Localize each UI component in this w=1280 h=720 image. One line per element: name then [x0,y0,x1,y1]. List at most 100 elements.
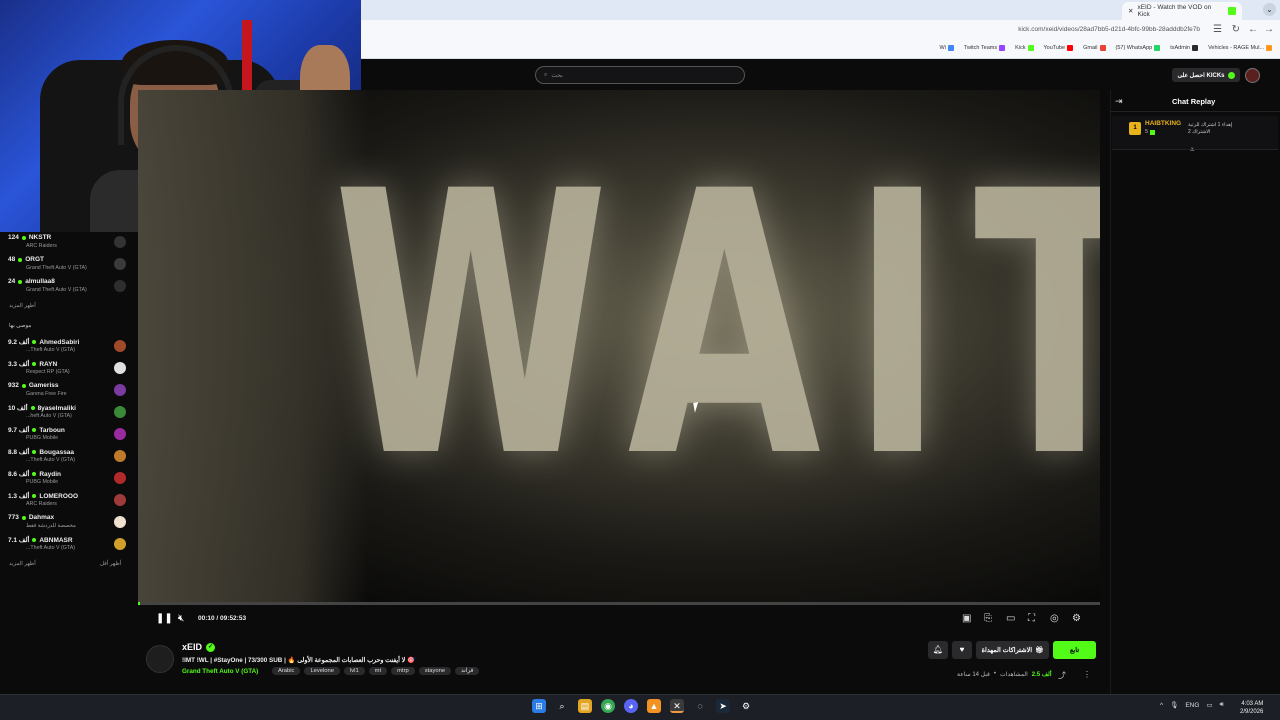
sidebar-channel-item[interactable]: 48 ORGT Grand Theft Auto V (GTA) [8,256,126,278]
gift-icon: 🎁︎ [1035,647,1044,654]
start-icon[interactable]: ⊞ [532,699,546,713]
chat-title: Chat Replay [1172,97,1216,106]
stream-tag[interactable]: قراند [455,667,480,675]
sidebar-channel-item[interactable]: 1.3 ألف LOMEROOO ARC Raiders [8,492,126,514]
tab-search-icon[interactable]: ⌄ [1263,3,1276,16]
show-more-link[interactable]: أظهر المزيد [9,303,36,309]
stream-tag[interactable]: Levelone [304,667,340,675]
bookmark-item[interactable]: Vehicles - RAGE Mul... [1208,45,1272,51]
bookmark-item[interactable]: Wi [939,45,954,51]
streamer-avatar[interactable] [146,645,174,673]
pinned-username[interactable]: HAIBTKING [1145,120,1181,127]
live-dot-icon [21,383,26,388]
bookmark-item[interactable]: Kick [1015,45,1034,51]
back-icon[interactable]: → [1264,24,1274,35]
search-input[interactable]: ⌕ بحث [535,66,745,84]
channel-name: Dahmax [28,514,55,521]
viewer-count: 9.2 ألف [8,339,30,346]
steam-icon[interactable]: ➤ [716,699,730,713]
channel-name: Raydin [39,470,62,478]
live-dot-icon [32,450,37,454]
fullscreen-icon[interactable]: ⛶ [1028,613,1035,624]
sidebar-channel-item[interactable]: 8.6 ألف Raydin PUBG Mobile [8,470,126,492]
bookmark-item[interactable]: Gmail [1083,45,1106,51]
browser-tab-active[interactable]: ✕ xEID - Watch the VOD on Kick [1122,2,1242,20]
settings-gear-icon[interactable]: ⚙ [1072,613,1081,624]
stream-title: !IMT !WL | #StayOne | 73/300 SUB | 🔥 لا … [182,657,415,664]
tray-chevron-icon[interactable]: ^ [1160,702,1163,709]
bookmark-item[interactable]: Twitch Teams [964,45,1006,51]
chrome-icon[interactable]: ◉ [601,699,615,713]
taskbar-apps: ⊞ ⌕ ▤ ◉ ◕ ▲ ✕ ◌ ➤ ⚙ [532,699,753,713]
volume-icon[interactable]: 🔊︎ [1220,701,1224,709]
theater-mode-icon[interactable]: ▭ [1006,613,1015,624]
sidebar-channel-item[interactable]: 7.1 ألف ABNMASR ...Theft Auto V (GTA) [8,536,126,558]
stream-tag[interactable]: mtrp [391,667,415,675]
sidebar-channel-item[interactable]: 932 Gameriss Garena Free Fire [8,382,126,404]
forward-icon[interactable]: ← [1248,24,1258,35]
video-player[interactable]: WAITING [138,90,1100,602]
sidebar-channel-item[interactable]: 9.7 ألف Tarboun PUBG Mobile [8,426,126,448]
pause-icon[interactable]: ❚❚ [156,613,173,624]
bookmark-favicon-icon [947,45,954,51]
channel-avatar [114,472,126,484]
show-more-link[interactable]: أظهر المزيد [9,561,36,567]
expand-chevron-icon[interactable]: ⩡ [1190,145,1195,155]
sidebar-channel-item[interactable]: 124 NKSTR ARC Raiders [8,234,126,256]
app-icon[interactable]: ✕ [670,699,684,713]
kick-favicon-icon [1228,7,1236,15]
sidebar-channel-item[interactable]: 24 almullaa8 Grand Theft Auto V (GTA) [8,278,126,300]
channel-avatar [114,516,126,528]
reload-icon[interactable]: ↻ [1232,24,1240,35]
heart-icon[interactable]: ♥ [952,641,972,659]
search-taskbar-icon[interactable]: ⌕ [555,699,569,713]
vlc-icon[interactable]: ▲ [647,699,661,713]
settings-app-icon[interactable]: ⚙ [739,699,753,713]
tab-close-icon[interactable]: ✕ [1128,7,1133,15]
obs-icon[interactable]: ◌ [693,699,707,713]
url-field[interactable]: kick.com/xeid/videos/28ad7bb5-d21d-4bfc-… [1018,26,1200,33]
live-dot-icon [32,428,37,432]
discord-icon[interactable]: ◕ [624,699,638,713]
notification-bell-icon[interactable]: 🔔︎ [928,641,948,659]
stream-tag[interactable]: stayone [418,667,452,675]
bookmark-favicon-icon [1027,45,1034,51]
bookmark-item[interactable]: (57) WhatsApp [1116,45,1161,51]
sidebar-channel-item[interactable]: 773 Dahmax مخصصة للدردشة فقط [8,514,126,536]
tune-icon[interactable]: ☰ [1213,24,1222,35]
stream-tag[interactable]: mt [368,667,388,675]
speed-icon[interactable]: ◎ [1050,613,1059,624]
follow-button[interactable]: تابع [1053,641,1096,659]
more-options-icon[interactable]: ⋮ [1083,670,1091,679]
sidebar-channel-item[interactable]: 3.3 ألف RAYN Respect RP (GTA) [8,360,126,382]
bookmark-item[interactable]: txAdmin [1170,45,1199,51]
sidebar-channel-item[interactable]: 9.2 ألف AhmedSabiri ...Theft Auto V (GTA) [8,338,126,360]
bookmark-item[interactable]: YouTube [1044,45,1074,51]
gift-subs-button[interactable]: الاشتراكات المهداة 🎁︎ [976,641,1049,659]
stream-tag[interactable]: Arabic [272,667,301,675]
recommended-heading: موصى بها [9,323,32,329]
clip-icon[interactable]: ⎘ [984,613,992,624]
channel-avatar [114,538,126,550]
show-less-link[interactable]: أظهر أقل [100,561,121,567]
game-category-link[interactable]: Grand Theft Auto V (GTA) [182,668,258,675]
mic-icon[interactable]: 🎙︎ [1170,701,1178,709]
channel-name: NKSTR [28,234,52,241]
get-kicks-button[interactable]: احصل على KICKs [1172,68,1240,82]
volume-muted-icon[interactable]: 🔇︎ [178,613,184,624]
network-icon[interactable]: ▭ [1206,701,1212,709]
share-icon[interactable]: ⤴ [1058,670,1066,681]
streamer-name[interactable]: xEID ✓ [182,642,216,652]
sidebar-channel-item[interactable]: 8.8 ألف Bougassaa ...Theft Auto V (GTA) [8,448,126,470]
channel-game: ...heft Auto V (GTA) [26,413,72,419]
user-avatar[interactable] [1245,68,1260,83]
sidebar-channel-item[interactable]: 10 ألف 8yaselmaliki ...heft Auto V (GTA) [8,404,126,426]
miniplayer-icon[interactable]: ▣ [962,613,971,624]
rank-badge-icon: 1 [1129,122,1141,135]
taskbar-clock[interactable]: 4:03 AM 2/9/2026 [1240,700,1263,716]
language-indicator[interactable]: ENG [1185,702,1199,709]
file-explorer-icon[interactable]: ▤ [578,699,592,713]
stream-tag[interactable]: lvl1 [343,667,365,675]
collapse-chat-icon[interactable]: ⇥ [1115,96,1123,107]
bookmark-favicon-icon [1192,45,1199,51]
